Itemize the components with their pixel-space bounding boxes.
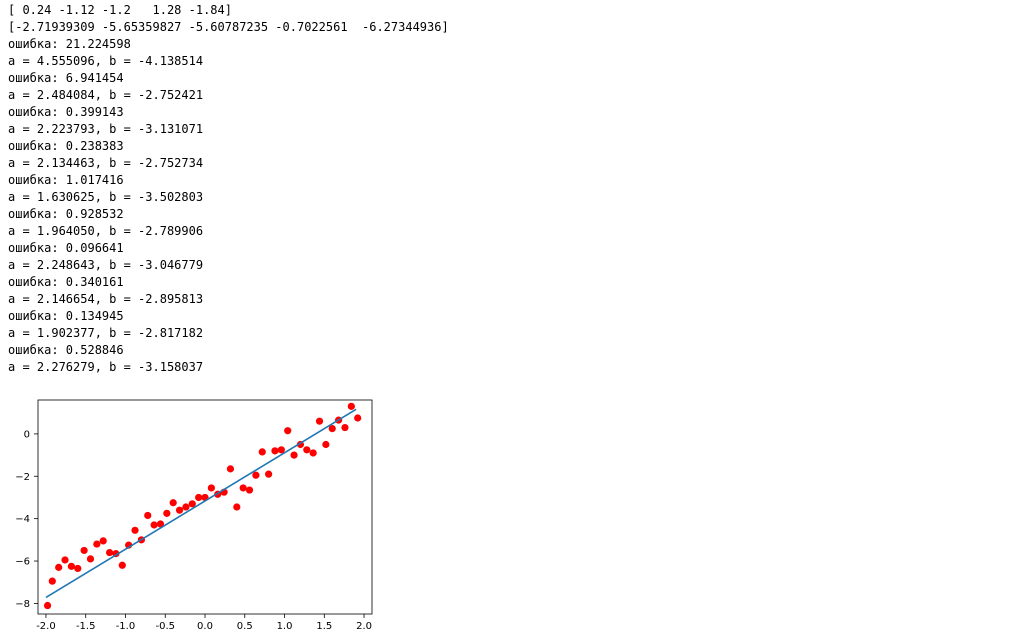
- data-point: [99, 537, 107, 545]
- data-point: [55, 563, 63, 571]
- scatter-plot: -2.0 -1.5 -1.0 -0.5 0.0 0.5 1.0 1.5 2.0 0 −2 −4 −6 −8: [15, 399, 373, 632]
- data-point: [252, 471, 260, 479]
- data-point: [74, 564, 82, 573]
- output-line: ошибка: 1.017416: [8, 173, 124, 187]
- x-tick-label: 1.0: [277, 621, 293, 632]
- output-line: a = 2.146654, b = -2.895813: [8, 292, 204, 306]
- data-point: [354, 414, 362, 422]
- data-point: [131, 526, 139, 534]
- output-line: a = 2.248643, b = -3.046779: [8, 258, 204, 272]
- data-point: [233, 503, 241, 511]
- data-point: [271, 447, 279, 455]
- data-point: [239, 484, 247, 492]
- plot-frame: [37, 399, 373, 615]
- output-line: a = 1.630625, b = -3.502803: [8, 190, 204, 204]
- data-point: [144, 511, 152, 520]
- data-point: [182, 503, 190, 511]
- data-point: [118, 561, 126, 569]
- output-line: a = 1.902377, b = -2.817182: [8, 326, 204, 340]
- output-line: ошибка: 0.928532: [8, 207, 124, 221]
- data-point: [105, 548, 114, 557]
- data-point: [284, 427, 292, 435]
- output-line: ошибка: 0.134945: [8, 309, 124, 323]
- data-point: [226, 465, 235, 473]
- y-tick-label: −2: [15, 472, 30, 483]
- data-point: [347, 402, 355, 410]
- output-line: a = 2.223793, b = -3.131071: [8, 122, 204, 136]
- data-point: [207, 484, 215, 492]
- data-point: [303, 446, 311, 454]
- data-point: [245, 486, 254, 494]
- x-tick-label: 0.0: [197, 621, 213, 632]
- data-point: [175, 506, 184, 514]
- data-point: [290, 451, 298, 459]
- data-point: [43, 601, 52, 610]
- data-point: [80, 546, 88, 555]
- data-point: [48, 577, 56, 585]
- data-point: [265, 470, 273, 478]
- data-point: [195, 493, 203, 502]
- x-tick-label: -1.5: [76, 621, 96, 632]
- data-point: [93, 540, 101, 548]
- data-point: [315, 417, 324, 425]
- y-tick-label: 0: [24, 429, 30, 440]
- data-point: [61, 556, 69, 564]
- x-tick-label: -0.5: [155, 621, 175, 632]
- output-line: ошибка: 0.399143: [8, 105, 124, 119]
- data-point: [258, 448, 266, 456]
- output-line: ошибка: 0.238383: [8, 139, 124, 153]
- output-line: a = 2.276279, b = -3.158037: [8, 360, 204, 374]
- data-point: [322, 440, 330, 449]
- output-line: a = 2.134463, b = -2.752734: [8, 156, 204, 170]
- y-tick-label: −6: [15, 557, 30, 568]
- output-line: ошибка: 21.224598: [8, 37, 131, 51]
- output-line: ошибка: 0.096641: [8, 241, 124, 255]
- x-tick-label: 0.5: [237, 621, 253, 632]
- data-point: [163, 509, 171, 517]
- y-tick-label: −8: [15, 599, 30, 610]
- output-line: [-2.71939309 -5.65359827 -5.60787235 -0.…: [8, 20, 449, 34]
- data-point: [67, 562, 75, 570]
- output-line: [ 0.24 -1.12 -1.2 1.28 -1.84]: [8, 3, 232, 17]
- output-line: a = 2.484084, b = -2.752421: [8, 88, 204, 102]
- x-tick-label: 1.5: [316, 621, 332, 632]
- data-point: [309, 449, 317, 457]
- console-output: [ 0.24 -1.12 -1.2 1.28 -1.84] [-2.7193930…: [8, 2, 449, 376]
- output-line: a = 1.964050, b = -2.789906: [8, 224, 204, 238]
- output-line: ошибка: 0.528846: [8, 343, 124, 357]
- data-point: [86, 555, 95, 563]
- data-point: [150, 521, 158, 529]
- data-point: [169, 499, 177, 507]
- y-tick-label: −4: [15, 514, 30, 525]
- data-point: [341, 423, 349, 432]
- output-line: ошибка: 0.340161: [8, 275, 124, 289]
- x-tick-label: -2.0: [36, 621, 56, 632]
- output-line: a = 4.555096, b = -4.138514: [8, 54, 204, 68]
- output-line: ошибка: 6.941454: [8, 71, 124, 85]
- x-tick-label: 2.0: [356, 621, 372, 632]
- x-tick-label: -1.0: [116, 621, 136, 632]
